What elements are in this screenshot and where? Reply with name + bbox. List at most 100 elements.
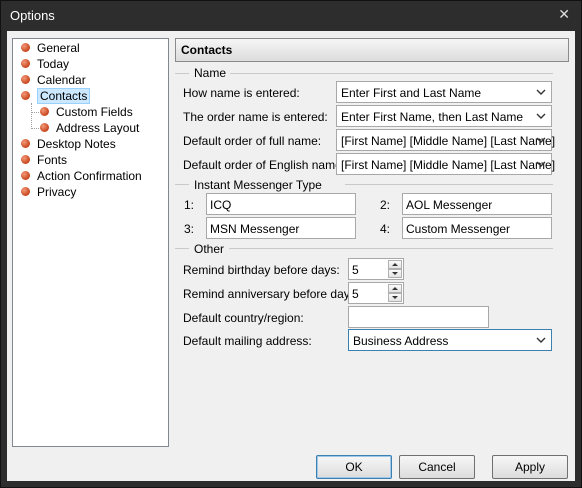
- tree-item-address-layout[interactable]: Address Layout: [40, 120, 139, 136]
- stepper-value: 5: [352, 263, 359, 277]
- anniversary-label: Remind anniversary before days:: [183, 287, 360, 301]
- group-divider: [175, 184, 189, 185]
- im-3-field[interactable]: MSN Messenger: [206, 217, 356, 239]
- tree-item-calendar[interactable]: Calendar: [21, 72, 86, 88]
- bullet-icon: [21, 75, 30, 85]
- tree-item-label: Fonts: [37, 153, 68, 167]
- tree-item-custom-fields[interactable]: Custom Fields: [40, 104, 133, 120]
- tree-item-privacy[interactable]: Privacy: [21, 184, 76, 200]
- country-label: Default country/region:: [183, 311, 304, 325]
- tree-item-general[interactable]: General: [21, 40, 80, 56]
- chevron-down-icon: [536, 113, 546, 119]
- stepper-value: 5: [352, 287, 359, 301]
- full-name-order-dropdown[interactable]: [First Name] [Middle Name] [Last Name]: [336, 129, 556, 151]
- spin-down-button[interactable]: [388, 269, 402, 278]
- im-2-field[interactable]: AOL Messenger: [402, 193, 552, 215]
- tree-item-label: Calendar: [37, 73, 86, 87]
- im-3-label: 3:: [184, 222, 195, 236]
- group-divider: [175, 248, 189, 249]
- dropdown-value: Enter First and Last Name: [341, 86, 482, 100]
- spin-up-button[interactable]: [388, 284, 402, 293]
- apply-button[interactable]: Apply: [492, 455, 568, 479]
- dropdown-value: [First Name] [Middle Name] [Last Name]: [341, 134, 556, 148]
- field-value: ICQ: [210, 198, 232, 212]
- arrow-up-icon: [392, 263, 398, 266]
- tree-item-label: General: [37, 41, 80, 55]
- how-name-entered-label: How name is entered:: [183, 86, 300, 100]
- arrow-down-icon: [392, 296, 398, 299]
- section-header: Contacts: [175, 38, 569, 62]
- mailing-address-label: Default mailing address:: [183, 334, 312, 348]
- im-1-field[interactable]: ICQ: [206, 193, 356, 215]
- im-4-field[interactable]: Custom Messenger: [402, 217, 552, 239]
- english-name-order-label: Default order of English name:: [183, 158, 346, 172]
- im-group-label: Instant Messenger Type: [194, 178, 322, 192]
- ok-button[interactable]: OK: [316, 455, 392, 479]
- group-divider: [229, 248, 553, 249]
- bullet-icon: [21, 171, 30, 181]
- spin-down-button[interactable]: [388, 293, 402, 302]
- mailing-address-dropdown[interactable]: Business Address: [348, 329, 552, 351]
- field-value: MSN Messenger: [210, 222, 300, 236]
- title-bar[interactable]: Options ✕: [1, 1, 581, 31]
- birthday-days-stepper[interactable]: 5: [348, 258, 404, 280]
- im-4-label: 4:: [380, 222, 391, 236]
- order-name-entered-label: The order name is entered:: [183, 110, 328, 124]
- field-value: AOL Messenger: [406, 198, 493, 212]
- chevron-down-icon: [536, 89, 546, 95]
- dropdown-value: Business Address: [353, 334, 449, 348]
- tree-item-contacts[interactable]: Contacts: [21, 88, 91, 104]
- tree-item-label: Privacy: [37, 185, 77, 199]
- options-window: Options ✕ General Today Calendar Contact…: [0, 0, 582, 488]
- how-name-entered-dropdown[interactable]: Enter First and Last Name: [336, 81, 552, 103]
- tree-item-label: Today: [37, 57, 70, 71]
- group-divider: [175, 73, 189, 74]
- tree-item-label: Desktop Notes: [37, 137, 116, 151]
- english-name-order-dropdown[interactable]: [First Name] [Middle Name] [Last Name]: [336, 153, 556, 175]
- tree-item-today[interactable]: Today: [21, 56, 69, 72]
- close-icon[interactable]: ✕: [558, 6, 570, 23]
- tree-item-desktop-notes[interactable]: Desktop Notes: [21, 136, 116, 152]
- section-title: Contacts: [181, 43, 233, 57]
- window-title: Options: [10, 8, 55, 23]
- bullet-icon: [21, 139, 30, 149]
- field-value: Custom Messenger: [406, 222, 511, 236]
- tree-item-label: Action Confirmation: [37, 169, 142, 183]
- chevron-down-icon: [536, 337, 546, 343]
- bullet-icon: [21, 43, 30, 53]
- other-group-label: Other: [194, 242, 225, 256]
- spin-up-button[interactable]: [388, 260, 402, 269]
- tree-item-label: Address Layout: [56, 121, 140, 135]
- stepper-buttons: [388, 284, 402, 302]
- birthday-label: Remind birthday before days:: [183, 263, 340, 277]
- bullet-icon: [21, 59, 30, 69]
- anniversary-days-stepper[interactable]: 5: [348, 282, 404, 304]
- bullet-icon: [21, 91, 30, 101]
- arrow-up-icon: [392, 287, 398, 290]
- chevron-down-icon: [536, 161, 546, 167]
- group-divider: [230, 73, 553, 74]
- bullet-icon: [40, 123, 49, 133]
- bullet-icon: [21, 187, 30, 197]
- tree-item-label: Contacts: [37, 88, 91, 104]
- cancel-button[interactable]: Cancel: [399, 455, 475, 479]
- arrow-down-icon: [392, 272, 398, 275]
- country-field[interactable]: [348, 306, 489, 328]
- chevron-down-icon: [536, 137, 546, 143]
- dropdown-value: [First Name] [Middle Name] [Last Name]: [341, 158, 556, 172]
- im-2-label: 2:: [380, 198, 391, 212]
- dialog-body: General Today Calendar Contacts Custom F…: [7, 31, 575, 481]
- group-divider: [345, 184, 553, 185]
- full-name-order-label: Default order of full name:: [183, 134, 322, 148]
- tree-item-fonts[interactable]: Fonts: [21, 152, 67, 168]
- bullet-icon: [21, 155, 30, 165]
- tree-item-action-confirmation[interactable]: Action Confirmation: [21, 168, 142, 184]
- tree-item-label: Custom Fields: [56, 105, 133, 119]
- bullet-icon: [40, 107, 49, 117]
- tree-connector: [31, 103, 32, 129]
- dropdown-value: Enter First Name, then Last Name: [341, 110, 524, 124]
- options-tree[interactable]: General Today Calendar Contacts Custom F…: [12, 38, 169, 447]
- name-group-label: Name: [194, 66, 227, 80]
- im-1-label: 1:: [184, 198, 195, 212]
- order-name-entered-dropdown[interactable]: Enter First Name, then Last Name: [336, 105, 552, 127]
